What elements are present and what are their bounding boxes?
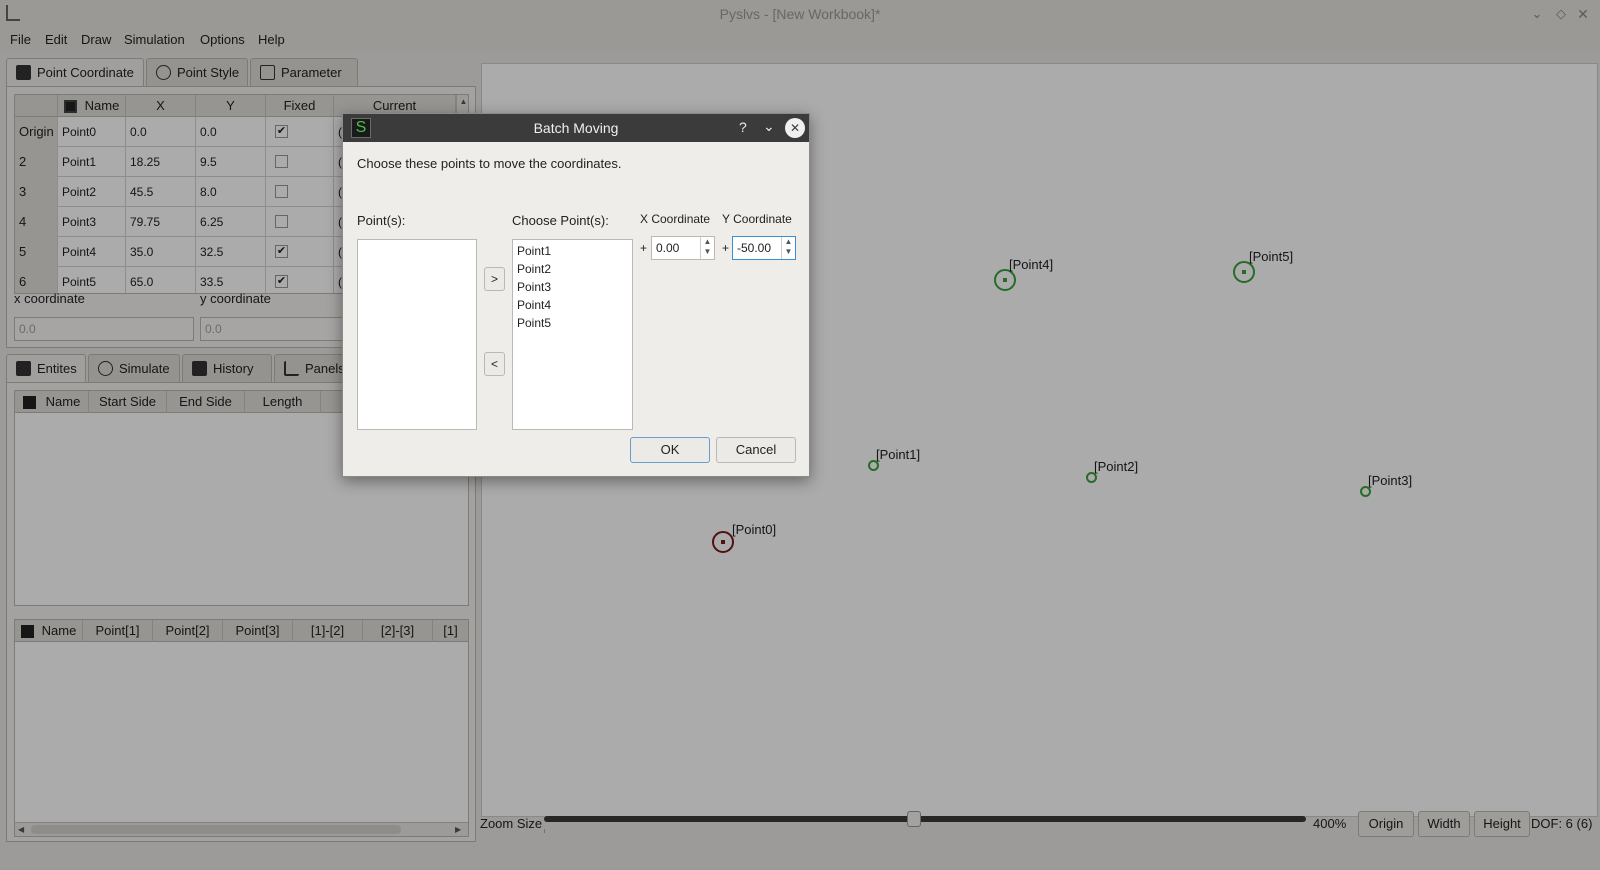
choose-points-label: Choose Point(s): <box>512 213 609 228</box>
minimize-icon[interactable]: ⌄ <box>763 118 775 135</box>
list-item[interactable]: Point1 <box>517 244 551 258</box>
list-item[interactable]: Point4 <box>517 298 551 312</box>
batch-moving-dialog: S Batch Moving ? ⌄ ✕ Choose these points… <box>342 113 810 477</box>
y-plus-label: + <box>722 241 730 255</box>
close-icon[interactable]: ✕ <box>785 118 805 138</box>
y-offset-spinbox[interactable]: -50.00 ▲ ▼ <box>732 236 796 260</box>
move-right-button[interactable]: > <box>484 267 505 291</box>
chosen-points-list[interactable]: Point1 Point2 Point3 Point4 Point5 <box>512 239 633 430</box>
spin-arrows-icon[interactable]: ▲ ▼ <box>781 237 795 259</box>
list-item[interactable]: Point5 <box>517 316 551 330</box>
x-offset-spinbox[interactable]: 0.00 ▲ ▼ <box>651 236 715 260</box>
x-plus-label: + <box>640 241 648 255</box>
list-item[interactable]: Point3 <box>517 280 551 294</box>
x-coordinate-label: X Coordinate <box>640 212 711 226</box>
available-points-list[interactable] <box>357 239 477 430</box>
list-item[interactable]: Point2 <box>517 262 551 276</box>
cancel-button[interactable]: Cancel <box>716 437 796 463</box>
x-offset-value: 0.00 <box>656 241 680 255</box>
dialog-description: Choose these points to move the coordina… <box>357 156 622 171</box>
ok-button[interactable]: OK <box>630 437 710 463</box>
spin-arrows-icon[interactable]: ▲ ▼ <box>700 237 714 259</box>
help-icon[interactable]: ? <box>739 119 747 135</box>
y-coordinate-label: Y Coordinate <box>722 212 792 226</box>
y-offset-value: -50.00 <box>737 241 772 255</box>
move-left-button[interactable]: < <box>484 352 505 376</box>
points-label: Point(s): <box>357 213 406 228</box>
